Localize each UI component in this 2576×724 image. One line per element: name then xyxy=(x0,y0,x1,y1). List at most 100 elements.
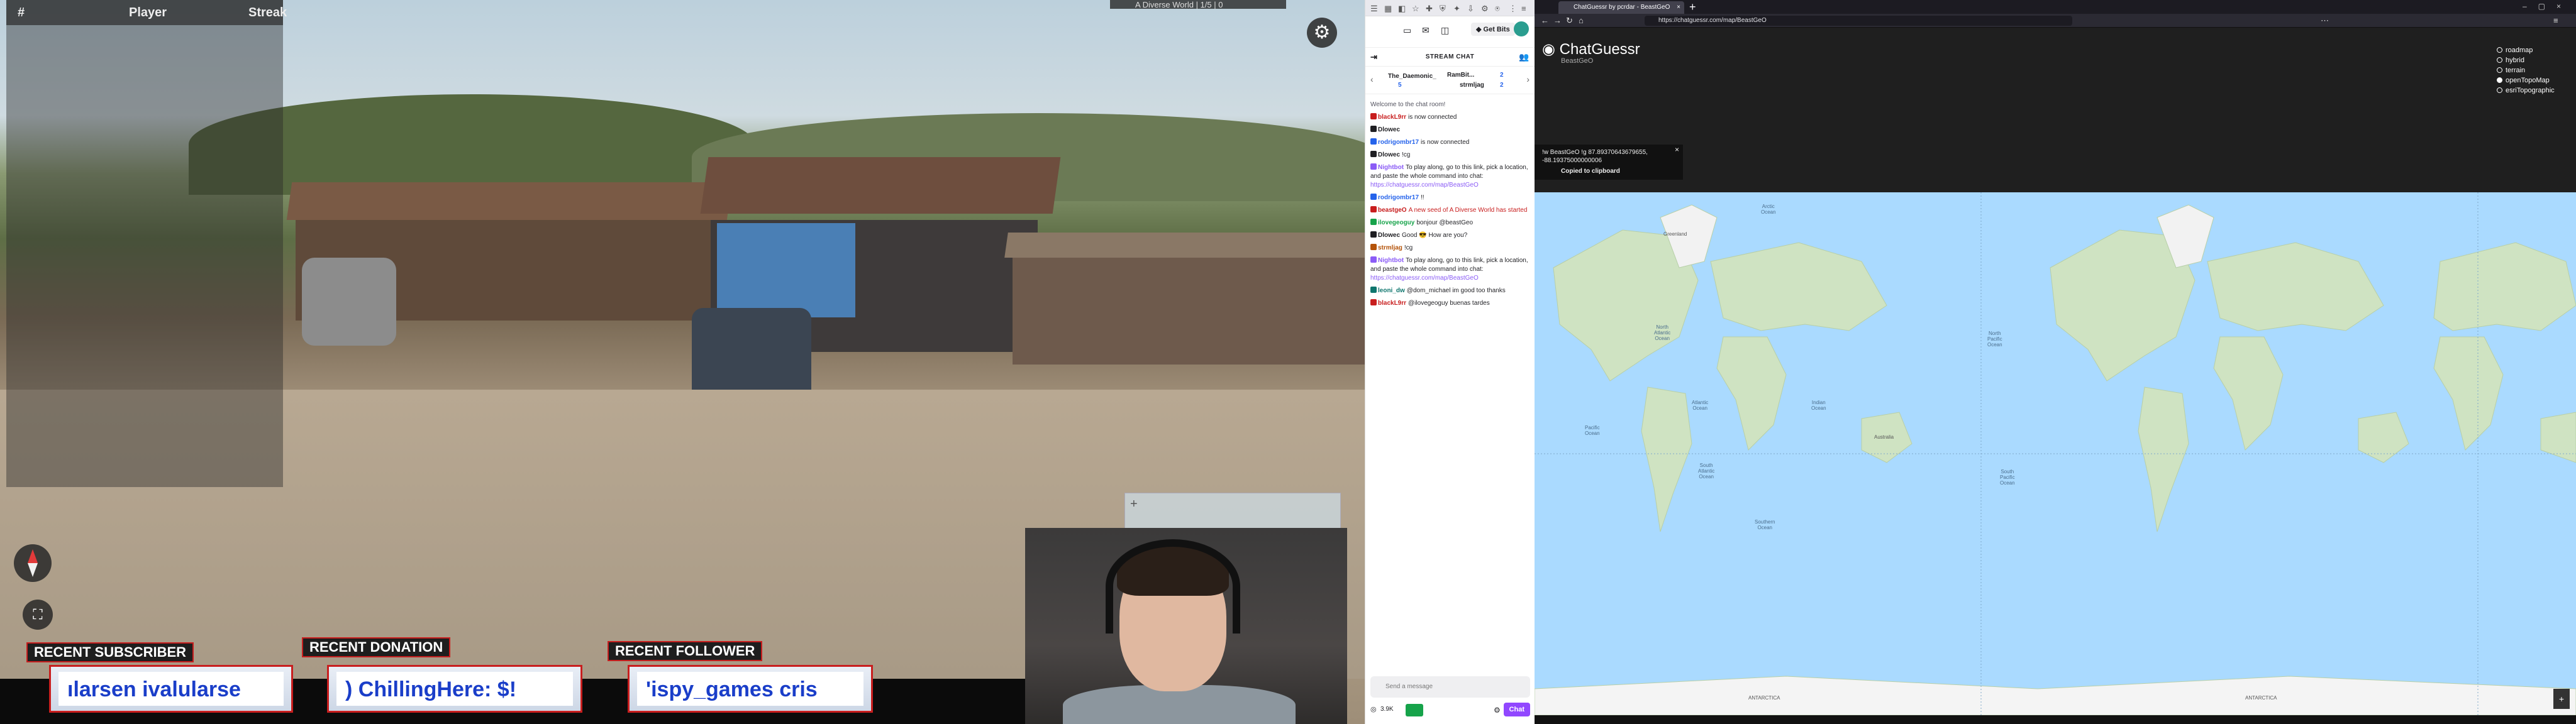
reload-icon[interactable]: ↻ xyxy=(1566,16,1573,26)
collapse-icon[interactable]: ⇥ xyxy=(1370,48,1377,67)
map-canvas xyxy=(1535,192,2576,716)
layer-option[interactable]: roadmap xyxy=(2497,45,2555,55)
chat-input[interactable]: Send a message xyxy=(1370,676,1530,698)
extensions-icon[interactable]: ⋯ xyxy=(2321,16,2329,26)
radio-icon[interactable] xyxy=(2497,67,2502,73)
tab-icon[interactable]: ◧ xyxy=(1398,4,1406,14)
chatguessr-page: ◉ ChatGuessr BeastGeO roadmap hybrid terra… xyxy=(1535,28,2576,724)
chevron-left-icon[interactable]: ‹ xyxy=(1370,74,1374,84)
player-column: Player xyxy=(129,6,167,19)
address-bar[interactable]: https://chatguessr.com/map/BeastGeO xyxy=(1645,16,2072,26)
inbox-icon[interactable]: ✉ xyxy=(1422,25,1430,36)
recent-follower-text: 'ispy_games cris xyxy=(637,672,863,706)
chat-username[interactable]: leoni_dw xyxy=(1378,287,1405,294)
user-badge-icon xyxy=(1370,151,1377,157)
chevron-right-icon[interactable]: › xyxy=(1526,74,1530,84)
user-badge-icon xyxy=(1370,231,1377,238)
chat-username[interactable]: Nightbot xyxy=(1378,164,1404,171)
radio-icon[interactable] xyxy=(2497,57,2502,63)
fullscreen-icon[interactable]: ⛶ xyxy=(23,600,53,630)
tab-title: ChatGuessr by pcrdar - BeastGeO xyxy=(1574,4,1670,11)
chat-toolbar: ☰ ▦ ◧ ☆ ✚ ⛨ ✦ ⇩ ⚙ ⍟ ⋮ ≡ xyxy=(1365,0,1535,16)
chat-header: ⇥ STREAM CHAT 👥 xyxy=(1365,48,1535,67)
layer-option[interactable]: hybrid xyxy=(2497,55,2555,65)
user-badge-icon xyxy=(1370,299,1377,305)
chat-text: !cg xyxy=(1404,244,1413,251)
tab-chatguessr[interactable]: ChatGuessr by pcrdar - BeastGeO × xyxy=(1558,1,1684,14)
chat-username[interactable]: blackL9rr xyxy=(1378,114,1406,121)
gift-icon[interactable] xyxy=(1406,704,1423,716)
chat-link[interactable]: https://chatguessr.com/map/BeastGeO xyxy=(1370,275,1479,282)
extension-icon[interactable]: ✚ xyxy=(1426,4,1433,14)
layer-option[interactable]: esriTopographic xyxy=(2497,85,2555,96)
user-badge-icon xyxy=(1370,163,1377,170)
leader-name: The_Daemonic_ xyxy=(1388,73,1436,80)
chat-username[interactable]: rodrigombr17 xyxy=(1378,194,1419,201)
gear-icon[interactable]: ⚙ xyxy=(1307,18,1337,48)
shield-icon[interactable]: ⛨ xyxy=(1440,4,1446,14)
leader-name: RamBit... xyxy=(1447,72,1475,79)
menu-icon[interactable]: ☰ xyxy=(1370,4,1378,14)
chat-username[interactable]: strmljag xyxy=(1378,244,1402,251)
forward-icon[interactable]: → xyxy=(1553,16,1562,25)
tarp xyxy=(717,223,855,317)
user-badge-icon xyxy=(1370,113,1377,119)
download-icon[interactable]: ⇩ xyxy=(1467,4,1474,14)
notifications-icon[interactable]: ◫ xyxy=(1441,25,1449,36)
pin-icon[interactable]: ⍟ xyxy=(1495,4,1500,14)
user-badge-icon xyxy=(1370,287,1377,293)
tab-strip: ChatGuessr by pcrdar - BeastGeO × + –▢× xyxy=(1535,0,2576,14)
chat-username[interactable]: rodrigombr17 xyxy=(1378,139,1419,146)
bits-icon: ◆ xyxy=(1476,26,1482,33)
site-logo: ◉ ChatGuessr BeastGeO xyxy=(1542,40,1640,65)
chat-username[interactable]: ilovegeoguy xyxy=(1378,219,1414,226)
chat-username[interactable]: Nightbot xyxy=(1378,257,1404,264)
get-bits-button[interactable]: ◆ Get Bits xyxy=(1471,23,1515,36)
overflow-icon[interactable]: ⋮ xyxy=(1509,4,1517,14)
chat-send-button[interactable]: Chat xyxy=(1503,703,1530,716)
recent-donation-ticker: ) ChillingHere: $! xyxy=(327,665,582,713)
app-menu-icon[interactable]: ≡ xyxy=(2553,16,2558,25)
guess-command[interactable]: !w BeastGeO !g 87.89370643679655, -88.19… xyxy=(1542,148,1675,165)
chat-username[interactable]: Dlowec xyxy=(1378,151,1400,158)
chat-message: leoni_dw @dom_michael im good too thanks xyxy=(1370,287,1530,295)
close-icon[interactable]: × xyxy=(1677,1,1680,14)
chat-link[interactable]: https://chatguessr.com/map/BeastGeO xyxy=(1370,182,1479,189)
landmass-australia xyxy=(2540,412,2576,463)
ocean-label: North Atlantic Ocean xyxy=(1654,324,1671,341)
bookmark-icon[interactable]: ☆ xyxy=(1412,4,1419,14)
puzzle-icon[interactable]: ✦ xyxy=(1453,4,1460,14)
ocean-label: Southern Ocean xyxy=(1755,519,1775,530)
layer-option[interactable]: terrain xyxy=(2497,65,2555,75)
layer-option[interactable]: openTopoMap xyxy=(2497,75,2555,85)
chat-text: A new seed of A Diverse World has starte… xyxy=(1408,207,1528,214)
home-icon[interactable]: ⌂ xyxy=(1579,16,1584,25)
layer-label: hybrid xyxy=(2506,57,2524,64)
hamburger-icon[interactable]: ≡ xyxy=(1521,4,1526,13)
users-icon[interactable]: 👥 xyxy=(1519,48,1530,67)
chat-settings-icon[interactable]: ⚙ xyxy=(1494,706,1501,715)
avatar[interactable] xyxy=(1514,21,1529,36)
chat-username[interactable]: Dlowec xyxy=(1378,126,1400,133)
new-tab-icon[interactable]: + xyxy=(1689,0,1696,14)
channel-points-icon[interactable]: ◎ xyxy=(1370,705,1377,713)
zoom-in-icon[interactable]: + xyxy=(1130,497,1138,512)
back-icon[interactable]: ← xyxy=(1541,16,1549,25)
video-icon[interactable]: ▭ xyxy=(1403,25,1411,36)
chat-nav: ▭ ✉ ◫ ◆ Get Bits xyxy=(1365,16,1535,48)
zoom-in-icon[interactable]: + xyxy=(2553,689,2570,709)
leaderboard-header: # Player Streak xyxy=(6,0,287,25)
close-icon[interactable]: × xyxy=(1675,146,1679,154)
chat-username[interactable]: blackL9rr xyxy=(1378,300,1406,307)
compass-icon[interactable] xyxy=(14,544,52,582)
radio-icon[interactable] xyxy=(2497,87,2502,93)
window-controls[interactable]: –▢× xyxy=(2523,2,2572,11)
radio-icon[interactable] xyxy=(2497,77,2502,83)
settings-icon[interactable]: ⚙ xyxy=(1481,4,1489,14)
chat-username[interactable]: beastgeO xyxy=(1378,207,1407,214)
world-map[interactable]: Pacific Ocean Atlantic Ocean Indian Ocea… xyxy=(1535,192,2576,716)
grid-icon[interactable]: ▦ xyxy=(1384,4,1392,14)
chat-username[interactable]: Dlowec xyxy=(1378,232,1400,239)
radio-icon[interactable] xyxy=(2497,47,2502,53)
recent-donation-text: ) ChillingHere: $! xyxy=(336,672,573,706)
